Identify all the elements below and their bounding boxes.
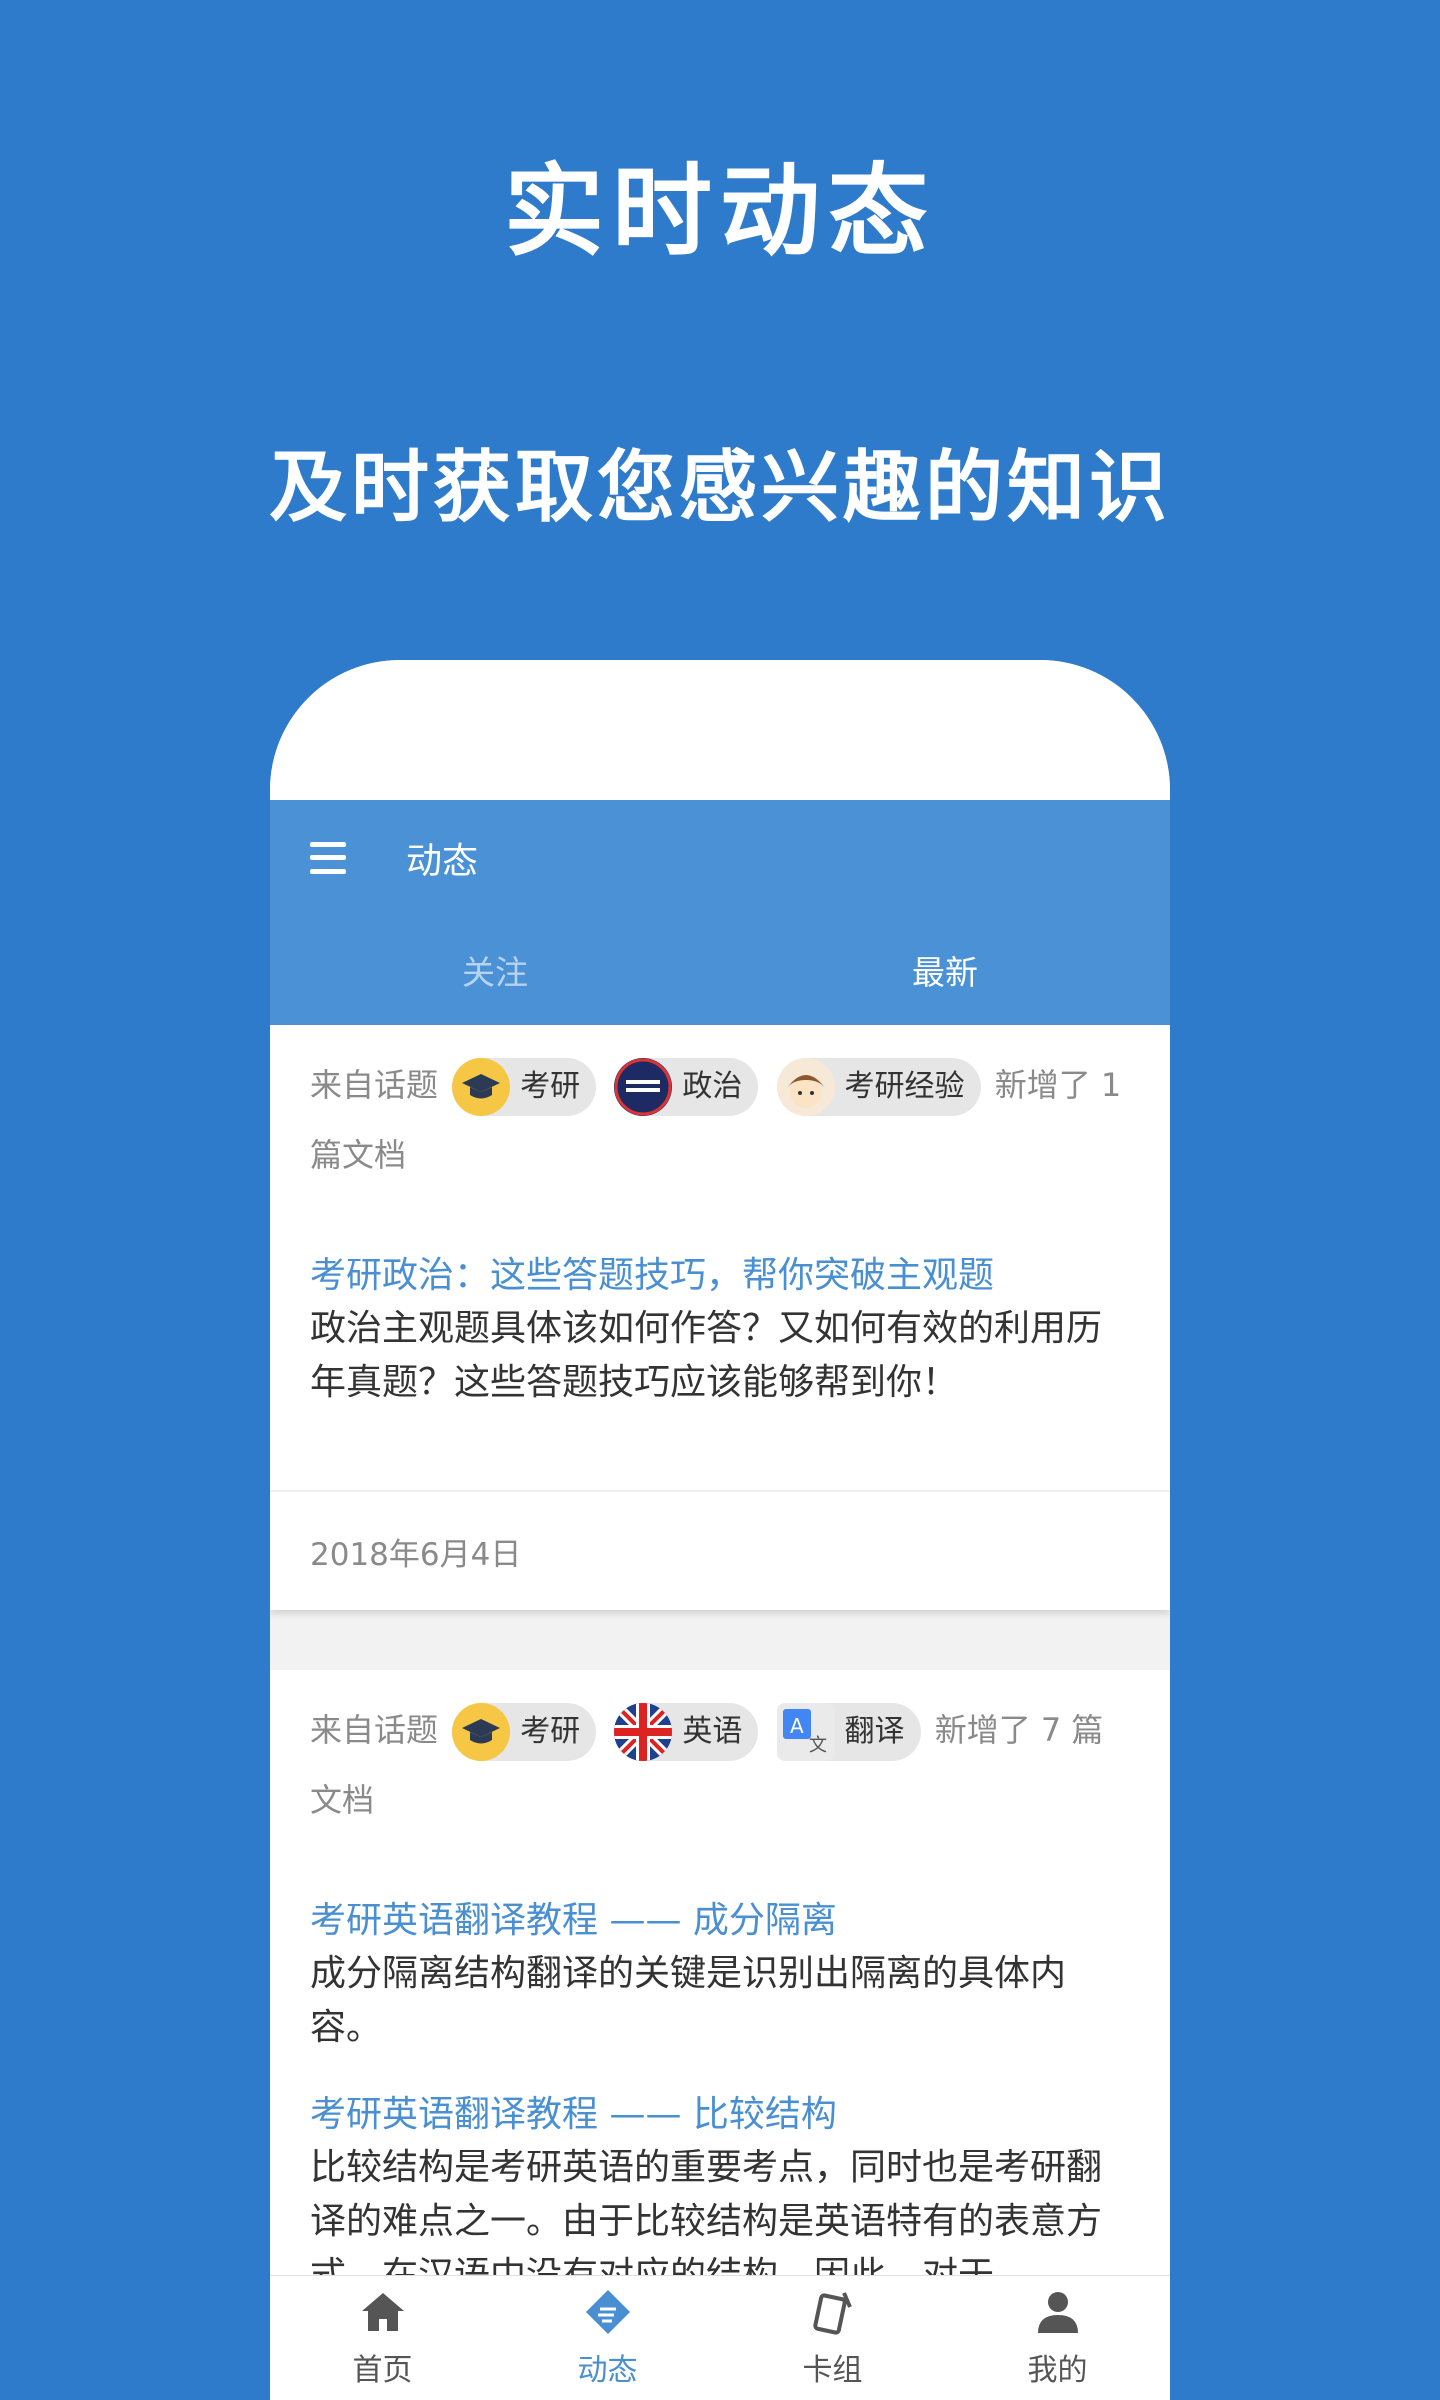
feed-card[interactable]: 来自话题 考研 英语 A文 翻译 新增了 7 篇文档 考研英语翻译教程 —— 成…: [270, 1670, 1170, 2303]
hamburger-menu-icon[interactable]: [310, 841, 346, 874]
nav-cards[interactable]: 卡组: [720, 2276, 945, 2400]
person-icon: [1037, 2292, 1078, 2333]
topic-chip-label: 英语: [682, 1714, 743, 1749]
post-body: 政治主观题具体该如何作答？又如何有效的利用历年真题？这些答题技巧应该能够帮到你！: [310, 1308, 1103, 1403]
nav-label: 动态: [577, 2353, 638, 2388]
topic-chip-label: 翻译: [844, 1714, 905, 1749]
nav-label: 首页: [352, 2353, 413, 2388]
topic-chip-label: 考研: [520, 1714, 581, 1749]
translate-icon: A文: [776, 1703, 835, 1761]
graduation-cap-icon: [452, 1058, 511, 1116]
source-prefix: 来自话题: [310, 1066, 439, 1104]
svg-text:A: A: [790, 1714, 804, 1738]
topic-chip-english[interactable]: 英语: [614, 1703, 759, 1761]
tab-follow[interactable]: 关注: [270, 915, 720, 1025]
promo-subtitle: 及时获取您感兴趣的知识: [268, 442, 1171, 533]
cards-icon: [812, 2292, 852, 2335]
post-title[interactable]: 考研英语翻译教程 —— 成分隔离: [310, 1895, 1130, 1947]
topic-chip-politics[interactable]: 政治: [614, 1058, 759, 1116]
feed-card[interactable]: 来自话题 考研 政治 考研经验 新增了 1 篇文档 考研政治：这些答题技巧，帮你…: [270, 1025, 1170, 1610]
topic-chip-kaoyan[interactable]: 考研: [452, 1703, 597, 1761]
feed-icon: [585, 2290, 630, 2334]
svg-text:文: 文: [809, 1735, 827, 1756]
source-prefix: 来自话题: [310, 1711, 439, 1749]
app-bar: 动态: [270, 800, 1170, 915]
post-title[interactable]: 考研英语翻译教程 —— 比较结构: [310, 2089, 1130, 2141]
topic-chip-translate[interactable]: A文 翻译: [776, 1703, 921, 1761]
uk-flag-icon: [614, 1703, 673, 1761]
post-body: 成分隔离结构翻译的关键是识别出隔离的具体内容。: [310, 1953, 1067, 2048]
nav-home[interactable]: 首页: [270, 2276, 495, 2400]
post-title[interactable]: 考研政治：这些答题技巧，帮你突破主观题: [310, 1250, 1130, 1302]
nav-label: 卡组: [802, 2353, 863, 2388]
promo-title: 实时动态: [504, 152, 936, 270]
nav-feed[interactable]: 动态: [495, 2276, 720, 2400]
post-date: 2018年6月4日: [270, 1490, 1170, 1610]
topic-chip-kaoyan[interactable]: 考研: [452, 1058, 597, 1116]
topic-source-line: 来自话题 考研 政治 考研经验 新增了 1 篇文档: [310, 1050, 1130, 1190]
bottom-navigation: 首页 动态 卡组 我的: [270, 2275, 1170, 2400]
cartoon-avatar-icon: [776, 1058, 835, 1116]
post-date-text: 2018年6月4日: [310, 1536, 522, 1573]
tab-latest[interactable]: 最新: [720, 915, 1170, 1025]
phone-mockup: 动态 关注 最新 来自话题 考研 政治 考研经验 新增了 1 篇文档 考研政治：…: [270, 660, 1170, 2400]
home-icon: [361, 2293, 404, 2331]
nav-label: 我的: [1027, 2353, 1088, 2388]
topic-chip-label: 考研经验: [844, 1069, 965, 1104]
topic-chip-label: 政治: [682, 1069, 743, 1104]
politics-icon: [614, 1058, 673, 1116]
nav-profile[interactable]: 我的: [945, 2276, 1170, 2400]
graduation-cap-icon: [452, 1703, 511, 1761]
topic-chip-label: 考研: [520, 1069, 581, 1104]
feed-tabs: 关注 最新: [270, 915, 1170, 1025]
app-bar-title: 动态: [406, 840, 479, 882]
topic-chip-experience[interactable]: 考研经验: [776, 1058, 981, 1116]
topic-source-line: 来自话题 考研 英语 A文 翻译 新增了 7 篇文档: [310, 1695, 1130, 1835]
phone-status-area: [270, 660, 1170, 800]
